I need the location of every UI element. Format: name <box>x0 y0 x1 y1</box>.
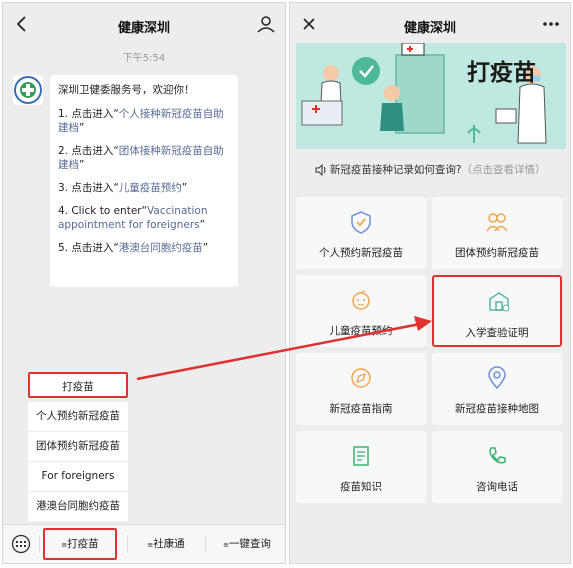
grid-item-group-vaccine[interactable]: 团体预约新冠疫苗 <box>432 197 562 269</box>
divider <box>205 535 206 553</box>
service-titlebar: 健康深圳 <box>290 3 570 47</box>
tab-quick-query[interactable]: ≡一键查询 <box>209 525 285 563</box>
grid-item-vaccination-map[interactable]: 新冠疫苗接种地图 <box>432 353 562 425</box>
health-commission-logo-icon <box>14 76 42 104</box>
message-item-5: 5. 点击进入“港澳台同胞约疫苗” <box>58 242 209 254</box>
bottom-menu-bar: ≡打疫苗 ≡社康通 ≡一键查询 <box>3 524 285 563</box>
notice-text: 新冠疫苗接种记录如何查询? <box>329 164 462 176</box>
vaccine-service-panel: 健康深圳 打疫苗 新冠疫苗接种记录如何查询?（点击查看详情） 个人预约新冠疫苗 … <box>289 2 571 564</box>
message-timestamp: 下午5:54 <box>122 53 166 64</box>
keyboard-icon[interactable] <box>11 534 31 554</box>
message-item-3: 3. 点击进入“儿童疫苗预约” <box>58 182 188 194</box>
welcome-message-bubble: 深圳卫健委服务号，欢迎你！ 1. 点击进入“个人接种新冠疫苗自助建档” 2. 点… <box>50 75 238 287</box>
book-icon <box>353 446 369 466</box>
submenu-item-hk-macau-taiwan[interactable]: 港澳台同胞约疫苗 <box>28 492 128 522</box>
vaccine-submenu: 打疫苗 个人预约新冠疫苗 团体预约新冠疫苗 For foreigners 港澳台… <box>28 372 128 522</box>
child-icon <box>352 290 370 310</box>
shield-icon <box>351 211 371 234</box>
message-item-2: 2. 点击进入“团体接种新冠疫苗自助建档” <box>58 145 224 171</box>
notice-hint: （点击查看详情） <box>461 164 546 176</box>
grid-item-personal-vaccine[interactable]: 个人预约新冠疫苗 <box>296 197 426 269</box>
link-child-vaccine[interactable]: 儿童疫苗预约 <box>119 182 182 194</box>
tab-vaccinate[interactable]: ≡打疫苗 <box>43 528 117 560</box>
welcome-greeting: 深圳卫健委服务号，欢迎你！ <box>58 84 195 96</box>
grid-item-child-vaccine[interactable]: 儿童疫苗预约 <box>296 275 426 347</box>
chat-title: 健康深圳 <box>117 21 170 36</box>
record-query-notice[interactable]: 新冠疫苗接种记录如何查询?（点击查看详情） <box>290 159 570 181</box>
phone-icon <box>489 447 506 464</box>
grid-item-hotline[interactable]: 咨询电话 <box>432 431 562 503</box>
chat-panel: 健康深圳 下午5:54 深圳卫健委服务号，欢迎你！ 1. 点击进入“个人接种新冠… <box>2 2 286 564</box>
map-pin-icon <box>488 366 506 390</box>
group-icon <box>486 213 508 232</box>
profile-icon[interactable] <box>255 13 277 35</box>
banner-title: 打疫苗 <box>467 60 536 86</box>
link-hk-macau-taiwan[interactable]: 港澳台同胞约疫苗 <box>119 242 203 254</box>
message-item-1: 1. 点击进入“个人接种新冠疫苗自助建档” <box>58 108 224 134</box>
message-item-4: 4. Click to enter“Vaccination appointmen… <box>58 205 208 231</box>
grid-item-vaccine-guide[interactable]: 新冠疫苗指南 <box>296 353 426 425</box>
more-icon[interactable] <box>540 13 562 35</box>
compass-icon <box>351 368 371 388</box>
divider <box>39 535 40 553</box>
service-title: 健康深圳 <box>403 21 456 36</box>
speaker-icon <box>315 163 326 177</box>
tab-community-health[interactable]: ≡社康通 <box>129 525 203 563</box>
divider <box>127 535 128 553</box>
submenu-item-vaccinate[interactable]: 打疫苗 <box>28 372 128 398</box>
submenu-item-foreigners[interactable]: For foreigners <box>28 462 128 492</box>
vaccination-banner[interactable]: 打疫苗 <box>296 43 566 149</box>
chat-titlebar: 健康深圳 <box>3 3 285 47</box>
submenu-item-personal[interactable]: 个人预约新冠疫苗 <box>28 402 128 432</box>
avatar[interactable] <box>13 75 43 105</box>
submenu-item-group[interactable]: 团体预约新冠疫苗 <box>28 432 128 462</box>
grid-item-school-certificate[interactable]: 入学查验证明 <box>432 275 562 347</box>
school-icon <box>489 292 510 312</box>
grid-item-vaccine-knowledge[interactable]: 疫苗知识 <box>296 431 426 503</box>
